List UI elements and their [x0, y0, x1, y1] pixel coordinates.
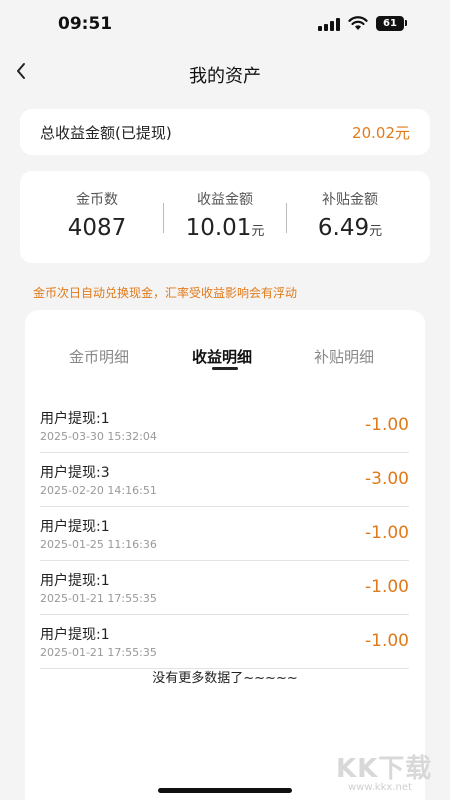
battery-tip: [405, 20, 407, 26]
record-title: 用户提现:1: [40, 519, 110, 535]
exchange-notice: 金币次日自动兑换现金，汇率受收益影响会有浮动: [33, 286, 298, 300]
record-amount: -1.00: [365, 523, 409, 543]
stat-value: 4087: [32, 215, 162, 241]
record-amount: -1.00: [365, 577, 409, 597]
wifi-icon: [348, 16, 368, 30]
detail-card: 金币明细 收益明细 补贴明细 用户提现:1 2025-03-30 15:32:0…: [25, 310, 425, 800]
total-earnings-value: 20.02元: [352, 124, 410, 142]
status-time: 09:51: [58, 14, 113, 34]
active-tab-indicator: [212, 367, 238, 370]
stat-number: 4087: [67, 215, 127, 241]
list-item: 用户提现:1 2025-01-25 11:16:36 -1.00: [40, 516, 409, 561]
kk-watermark-logo: KK下载: [336, 754, 433, 784]
stat-number: 10.01: [185, 215, 252, 241]
list-item: 用户提现:3 2025-02-20 14:16:51 -3.00: [40, 462, 409, 507]
stats-card: 金币数 4087 收益金额 10.01元 补贴金额 6.49元: [20, 171, 430, 263]
stat-coins: 金币数 4087: [32, 171, 162, 263]
tab-coin-details[interactable]: 金币明细: [69, 346, 129, 367]
stat-value: 10.01元: [160, 215, 290, 241]
record-amount: -1.00: [365, 415, 409, 435]
record-title: 用户提现:3: [40, 465, 110, 481]
stat-unit: 元: [251, 224, 265, 239]
total-earnings-card: 总收益金额(已提现) 20.02元: [20, 109, 430, 155]
record-time: 2025-01-25 11:16:36: [40, 538, 157, 551]
tab-earnings-details[interactable]: 收益明细: [192, 346, 252, 367]
stat-earnings: 收益金额 10.01元: [160, 171, 290, 263]
stat-number: 6.49: [317, 215, 370, 241]
list-item: 用户提现:1 2025-01-21 17:55:35 -1.00: [40, 570, 409, 615]
tab-subsidy-details[interactable]: 补贴明细: [314, 346, 374, 367]
status-bar: 09:51 61: [0, 0, 450, 50]
stat-label: 收益金额: [197, 192, 253, 208]
record-time: 2025-03-30 15:32:04: [40, 430, 157, 443]
record-time: 2025-02-20 14:16:51: [40, 484, 157, 497]
record-title: 用户提现:1: [40, 627, 110, 643]
cellular-signal-icon: [318, 18, 340, 31]
no-more-data-text: 没有更多数据了~~~~~: [152, 671, 298, 686]
battery-icon: 61: [376, 16, 404, 31]
record-title: 用户提现:1: [40, 573, 110, 589]
stat-unit: 元: [369, 224, 383, 239]
record-title: 用户提现:1: [40, 411, 110, 427]
stat-subsidy: 补贴金额 6.49元: [285, 171, 415, 263]
stat-label: 金币数: [76, 192, 118, 208]
record-time: 2025-01-21 17:55:35: [40, 646, 157, 659]
record-amount: -3.00: [365, 469, 409, 489]
record-time: 2025-01-21 17:55:35: [40, 592, 157, 605]
navigation-bar: 我的资产: [0, 50, 450, 100]
watermark-url: www.kkx.net: [348, 782, 412, 793]
total-earnings-label: 总收益金额(已提现): [40, 124, 172, 142]
list-item: 用户提现:1 2025-01-21 17:55:35 -1.00: [40, 624, 409, 669]
page-title: 我的资产: [189, 66, 261, 87]
stat-value: 6.49元: [285, 215, 415, 241]
record-amount: -1.00: [365, 631, 409, 651]
home-indicator[interactable]: [158, 788, 292, 793]
stat-label: 补贴金额: [322, 192, 378, 208]
list-item: 用户提现:1 2025-03-30 15:32:04 -1.00: [40, 408, 409, 453]
